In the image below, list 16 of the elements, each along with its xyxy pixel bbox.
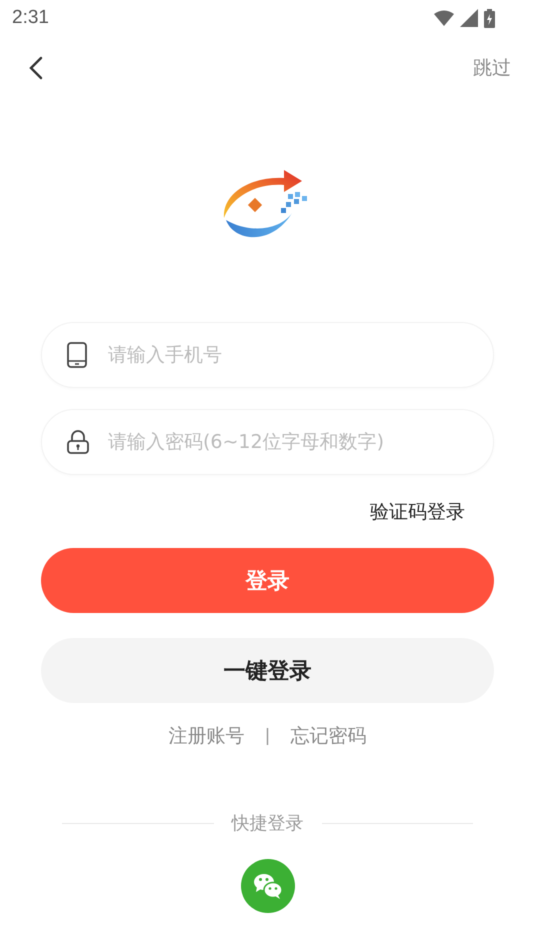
code-login-link[interactable]: 验证码登录 [370, 499, 465, 525]
wifi-icon [434, 10, 454, 26]
separator: | [264, 726, 270, 746]
wechat-icon[interactable] [240, 859, 294, 913]
one-click-login-button[interactable]: 一键登录 [41, 638, 494, 703]
battery-icon [484, 8, 495, 28]
signal-icon [460, 9, 478, 27]
password-field[interactable]: 请输入密码(6~12位字母和数字) [41, 409, 494, 475]
forgot-password-link[interactable]: 忘记密码 [290, 723, 366, 749]
quick-login-title: 快捷登录 [232, 812, 304, 835]
status-time: 2:31 [12, 7, 49, 29]
phone-field[interactable]: 请输入手机号 [41, 322, 494, 388]
back-icon[interactable] [29, 56, 43, 80]
skip-link[interactable]: 跳过 [473, 55, 511, 81]
login-button[interactable]: 登录 [41, 548, 494, 613]
register-link[interactable]: 注册账号 [168, 723, 245, 749]
